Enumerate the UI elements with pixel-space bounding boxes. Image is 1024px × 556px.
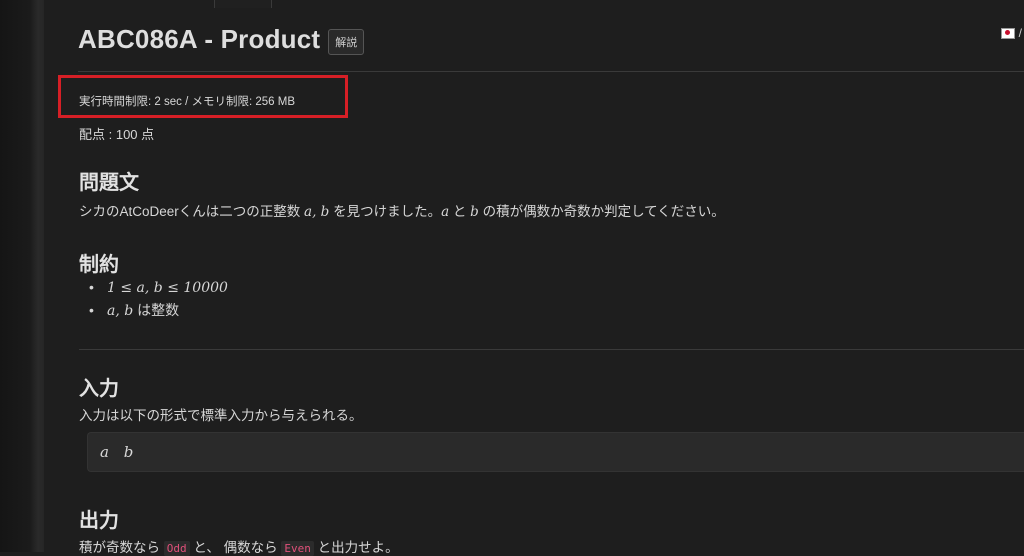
input-description: 入力は以下の形式で標準入力から与えられる。 xyxy=(79,408,363,423)
input-format-block: a b xyxy=(87,432,1024,472)
output-text-post: と出力せよ。 xyxy=(313,540,399,555)
constraints-list: 1 ≤ a, b ≤ 10000 a, b は整数 xyxy=(79,276,228,322)
problem-text-pre: シカのAtCoDeerくんは二つの正整数 xyxy=(79,204,305,219)
problem-text-mid: を見つけました。 xyxy=(329,204,442,219)
limits-text: 実行時間制限: 2 sec / メモリ制限: 256 MB xyxy=(79,96,295,108)
japan-flag-icon[interactable] xyxy=(1000,27,1015,39)
input-heading: 入力 xyxy=(79,378,119,400)
even-code: Even xyxy=(281,541,314,556)
editorial-button[interactable]: 解説 xyxy=(328,28,365,55)
problem-math-a: a xyxy=(441,204,450,220)
output-heading: 出力 xyxy=(79,510,119,532)
title-divider xyxy=(78,71,1024,72)
language-switch[interactable]: / xyxy=(1000,26,1022,40)
output-text-mid: と、 偶数なら xyxy=(189,540,282,555)
problem-math-b: b xyxy=(470,204,479,220)
constraints-heading: 制約 xyxy=(79,254,119,276)
problem-math-ab: a, b xyxy=(304,204,330,220)
score-text: 配点 : 100 点 xyxy=(79,127,155,142)
language-separator: / xyxy=(1018,26,1022,40)
output-text-pre: 積が奇数なら xyxy=(79,540,164,555)
output-description: 積が奇数なら Odd と、 偶数なら Even と出力せよ。 xyxy=(79,536,399,556)
constraint-integer-math: a, b xyxy=(107,303,134,319)
odd-code: Odd xyxy=(163,541,190,556)
page-title: ABC086A - Product xyxy=(78,24,321,54)
problem-text-post: の積が偶数か奇数か判定してください。 xyxy=(478,204,725,219)
problem-statement: シカのAtCoDeerくんは二つの正整数 a, b を見つけました。a と b … xyxy=(79,200,725,220)
problem-heading: 問題文 xyxy=(79,172,139,194)
constraint-item-integer: a, b は整数 xyxy=(79,299,228,322)
active-tab[interactable] xyxy=(214,0,272,8)
problem-text-and: と xyxy=(449,204,471,219)
constraint-item-range: 1 ≤ a, b ≤ 10000 xyxy=(79,276,228,299)
constraint-range-math: 1 ≤ a, b ≤ 10000 xyxy=(107,280,228,296)
sidebar-edge xyxy=(0,0,44,552)
input-format: a b xyxy=(100,443,134,461)
section-divider xyxy=(79,349,1024,350)
problem-page: ABC086A - Product 解説 / 実行時間制限: 2 sec / メ… xyxy=(44,8,1024,556)
title-row: ABC086A - Product 解説 xyxy=(78,24,365,55)
constraint-integer-text: は整数 xyxy=(133,302,180,318)
